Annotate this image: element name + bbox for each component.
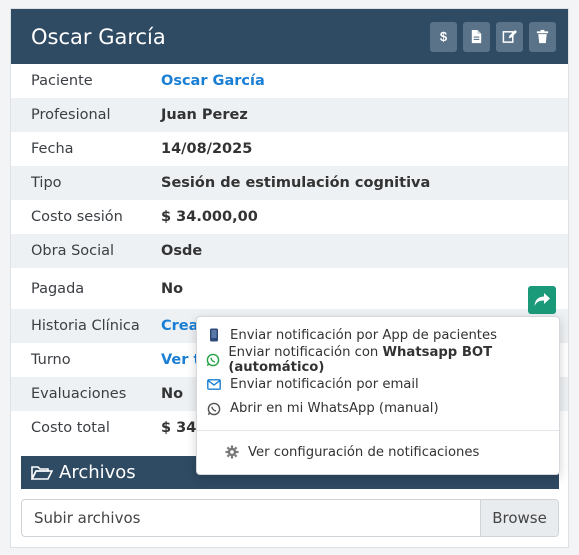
delete-button[interactable] xyxy=(529,21,556,52)
detail-row-tipo: Tipo Sesión de estimulación cognitiva xyxy=(11,166,568,200)
menu-item-label: Enviar notificación por App de pacientes xyxy=(230,327,497,343)
files-title: Archivos xyxy=(59,462,136,483)
menu-divider xyxy=(197,430,559,431)
create-history-link[interactable]: Crea xyxy=(161,318,198,334)
menu-item-email[interactable]: Enviar notificación por email xyxy=(197,372,559,397)
whatsapp-icon xyxy=(205,400,223,418)
menu-item-label: Abrir en mi WhatsApp (manual) xyxy=(230,401,439,417)
trash-icon xyxy=(536,29,549,44)
detail-label: Paciente xyxy=(31,73,93,89)
document-icon xyxy=(471,29,482,44)
detail-row-obra-social: Obra Social Osde xyxy=(11,234,568,268)
detail-label: Costo total xyxy=(31,420,110,436)
detail-label: Pagada xyxy=(31,280,85,297)
upload-label: Subir archivos xyxy=(34,509,141,527)
detail-label: Evaluaciones xyxy=(31,386,127,402)
page-title: Oscar García xyxy=(31,24,166,49)
detail-label: Obra Social xyxy=(31,243,115,259)
detail-value: Sesión de estimulación cognitiva xyxy=(161,175,431,191)
detail-value: Osde xyxy=(161,243,203,259)
folder-open-icon xyxy=(31,465,53,480)
view-appointment-link[interactable]: Ver t xyxy=(161,352,200,368)
gear-icon xyxy=(223,443,241,461)
detail-row-fecha: Fecha 14/08/2025 xyxy=(11,132,568,166)
detail-label: Fecha xyxy=(31,141,74,157)
detail-value: No xyxy=(161,386,184,402)
menu-item-label: Ver configuración de notificaciones xyxy=(248,444,480,460)
detail-label: Tipo xyxy=(31,175,62,191)
detail-value: $ 34.000,00 xyxy=(161,209,258,225)
edit-button[interactable] xyxy=(496,21,523,52)
file-upload-field[interactable]: Subir archivos Browse xyxy=(21,499,559,537)
document-button[interactable] xyxy=(463,21,490,52)
detail-label: Costo sesión xyxy=(31,209,123,225)
detail-row-pagada: Pagada No xyxy=(11,268,568,309)
detail-row-profesional: Profesional Juan Perez xyxy=(11,98,568,132)
detail-value: Juan Perez xyxy=(161,107,248,123)
menu-item-whatsapp-bot[interactable]: Enviar notificación con Whatsapp BOT (au… xyxy=(197,345,559,375)
send-notification-button[interactable] xyxy=(528,286,556,314)
svg-text:$: $ xyxy=(440,29,448,44)
detail-value: No xyxy=(161,280,184,297)
edit-icon xyxy=(502,29,517,43)
detail-row-costo-sesion: Costo sesión $ 34.000,00 xyxy=(11,200,568,234)
menu-item-label-prefix: Enviar notificación con xyxy=(228,344,383,360)
money-icon: $ xyxy=(440,29,448,44)
menu-item-whatsapp-manual[interactable]: Abrir en mi WhatsApp (manual) xyxy=(197,397,559,422)
menu-item-config[interactable]: Ver configuración de notificaciones xyxy=(197,440,559,465)
mobile-icon xyxy=(205,326,223,344)
whatsapp-icon xyxy=(205,351,221,369)
detail-value: 14/08/2025 xyxy=(161,141,253,157)
notification-dropdown: Enviar notificación por App de pacientes… xyxy=(196,316,560,475)
browse-button[interactable]: Browse xyxy=(480,500,558,536)
detail-row-paciente: Paciente Oscar García xyxy=(11,64,568,98)
menu-item-label: Enviar notificación con Whatsapp BOT (au… xyxy=(228,345,559,375)
patient-link[interactable]: Oscar García xyxy=(161,73,265,89)
detail-label: Profesional xyxy=(31,107,111,123)
detail-label: Historia Clínica xyxy=(31,318,140,334)
header-actions: $ xyxy=(430,21,556,52)
envelope-icon xyxy=(205,375,223,393)
detail-label: Turno xyxy=(31,352,71,368)
share-icon xyxy=(534,293,550,306)
card-header: Oscar García $ xyxy=(11,9,568,64)
menu-item-label: Enviar notificación por email xyxy=(230,376,419,392)
payment-button[interactable]: $ xyxy=(430,21,457,52)
